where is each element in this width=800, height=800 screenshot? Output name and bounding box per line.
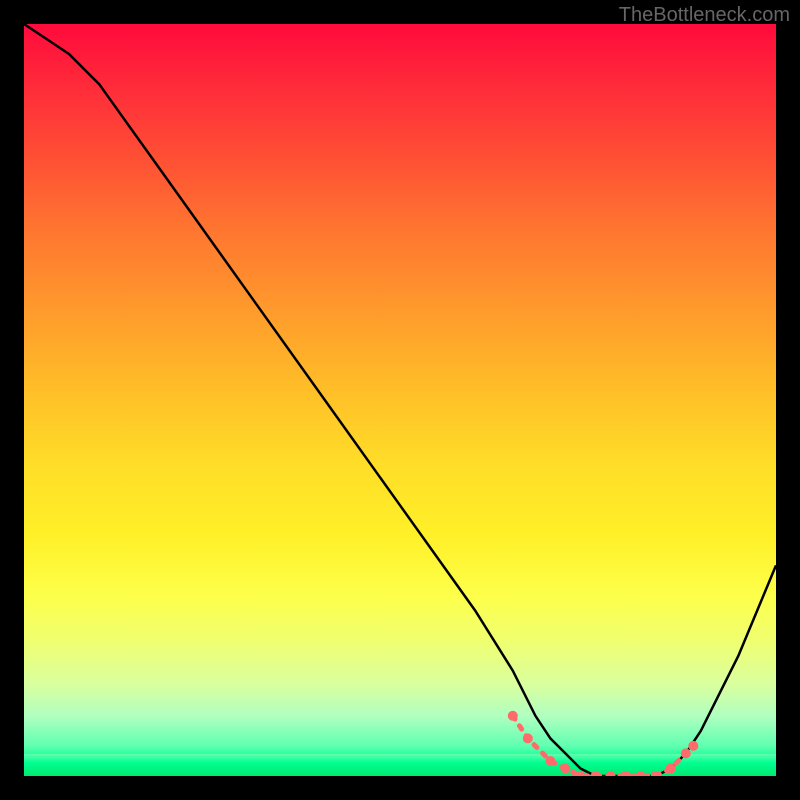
watermark-text: TheBottleneck.com	[619, 4, 790, 27]
chart-bottom-strip	[24, 754, 776, 776]
chart-gradient-background	[24, 24, 776, 776]
